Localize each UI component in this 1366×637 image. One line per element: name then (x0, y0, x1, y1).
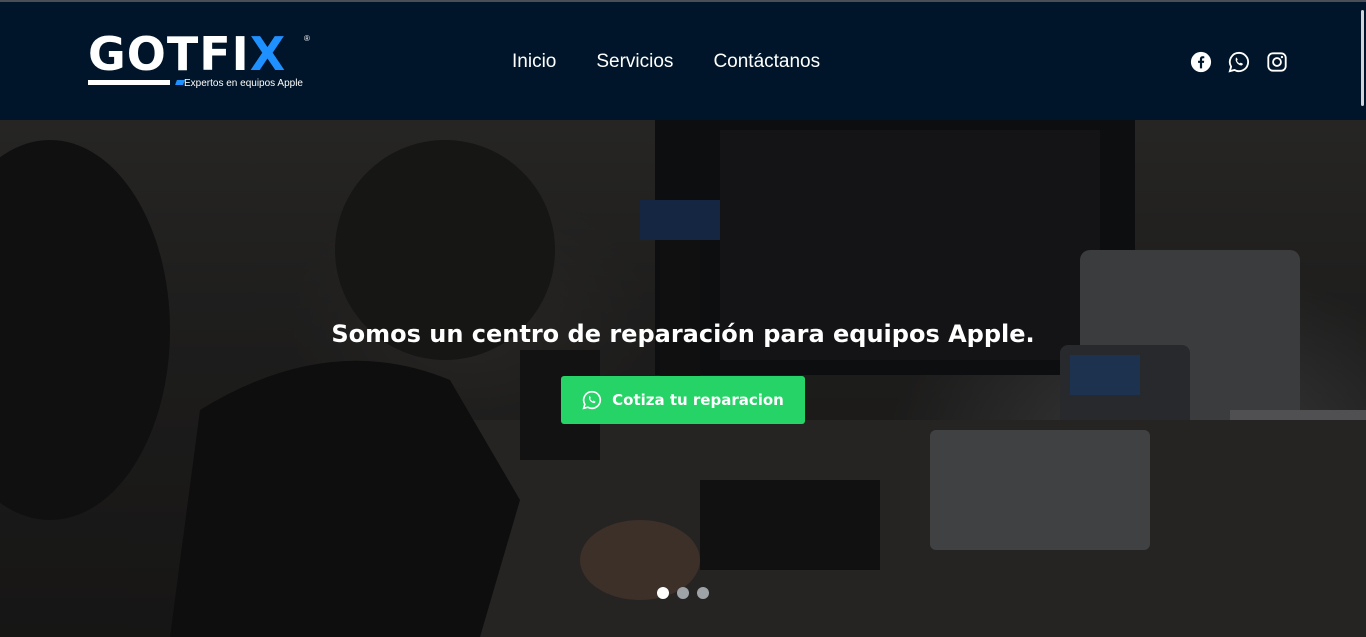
quote-repair-button[interactable]: Cotiza tu reparacion (561, 376, 805, 424)
instagram-icon[interactable] (1266, 51, 1288, 73)
nav-link-contactanos[interactable]: Contáctanos (713, 50, 820, 74)
gotfix-logo[interactable]: GOTFIX ® Expertos en equipos Apple (88, 30, 313, 94)
slider-dot-2[interactable] (677, 587, 689, 599)
site-header: GOTFIX ® Expertos en equipos Apple Inici… (0, 2, 1366, 120)
logo-underline (88, 80, 170, 85)
slider-dot-3[interactable] (697, 587, 709, 599)
main-nav: Inicio Servicios Contáctanos (512, 50, 820, 74)
social-links (1190, 51, 1288, 73)
facebook-icon[interactable] (1190, 51, 1212, 73)
registered-mark: ® (304, 34, 310, 43)
slider-dot-1[interactable] (657, 587, 669, 599)
nav-link-servicios[interactable]: Servicios (596, 50, 673, 74)
logo-wordmark: GOTFIX (88, 27, 287, 81)
logo-tagline: Expertos en equipos Apple (184, 78, 303, 89)
hero-slider: Somos un centro de reparación para equip… (0, 120, 1366, 637)
nav-link-inicio[interactable]: Inicio (512, 50, 556, 74)
logo-x-letter: X (249, 27, 287, 81)
whatsapp-icon (582, 390, 602, 410)
slider-dots (657, 587, 709, 599)
hero-title: Somos un centro de reparación para equip… (331, 320, 1035, 348)
quote-repair-label: Cotiza tu reparacion (612, 391, 784, 409)
scrollbar-thumb[interactable] (1361, 10, 1364, 106)
whatsapp-icon[interactable] (1228, 51, 1250, 73)
